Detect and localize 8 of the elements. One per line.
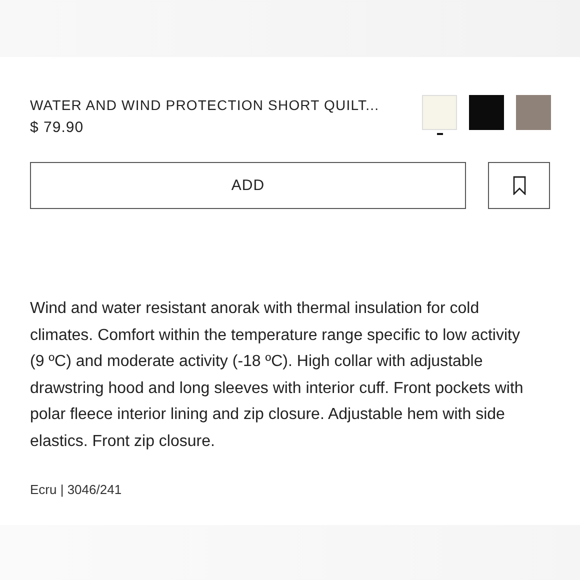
color-swatch[interactable]	[422, 95, 457, 135]
add-button[interactable]: ADD	[30, 162, 466, 209]
product-name: WATER AND WIND PROTECTION SHORT QUILT...	[30, 97, 380, 113]
product-description: Wind and water resistant anorak with thermal insulation for cold climates. Comfort within the temperature range specific to low activity (9 ºC) and moderate activity (-18 ºC). High collar with adjustable drawstring hood and long sleeves with interior cuff. Front pockets with polar fleece interior lining and zip closure. Adjustable hem with side elastics. Front zip closure.	[30, 299, 524, 452]
bookmark-icon	[512, 176, 526, 195]
bookmark-button[interactable]	[488, 162, 550, 209]
product-price: $ 79.90	[30, 119, 85, 136]
color-reference: Ecru | 3046/241	[30, 482, 123, 497]
